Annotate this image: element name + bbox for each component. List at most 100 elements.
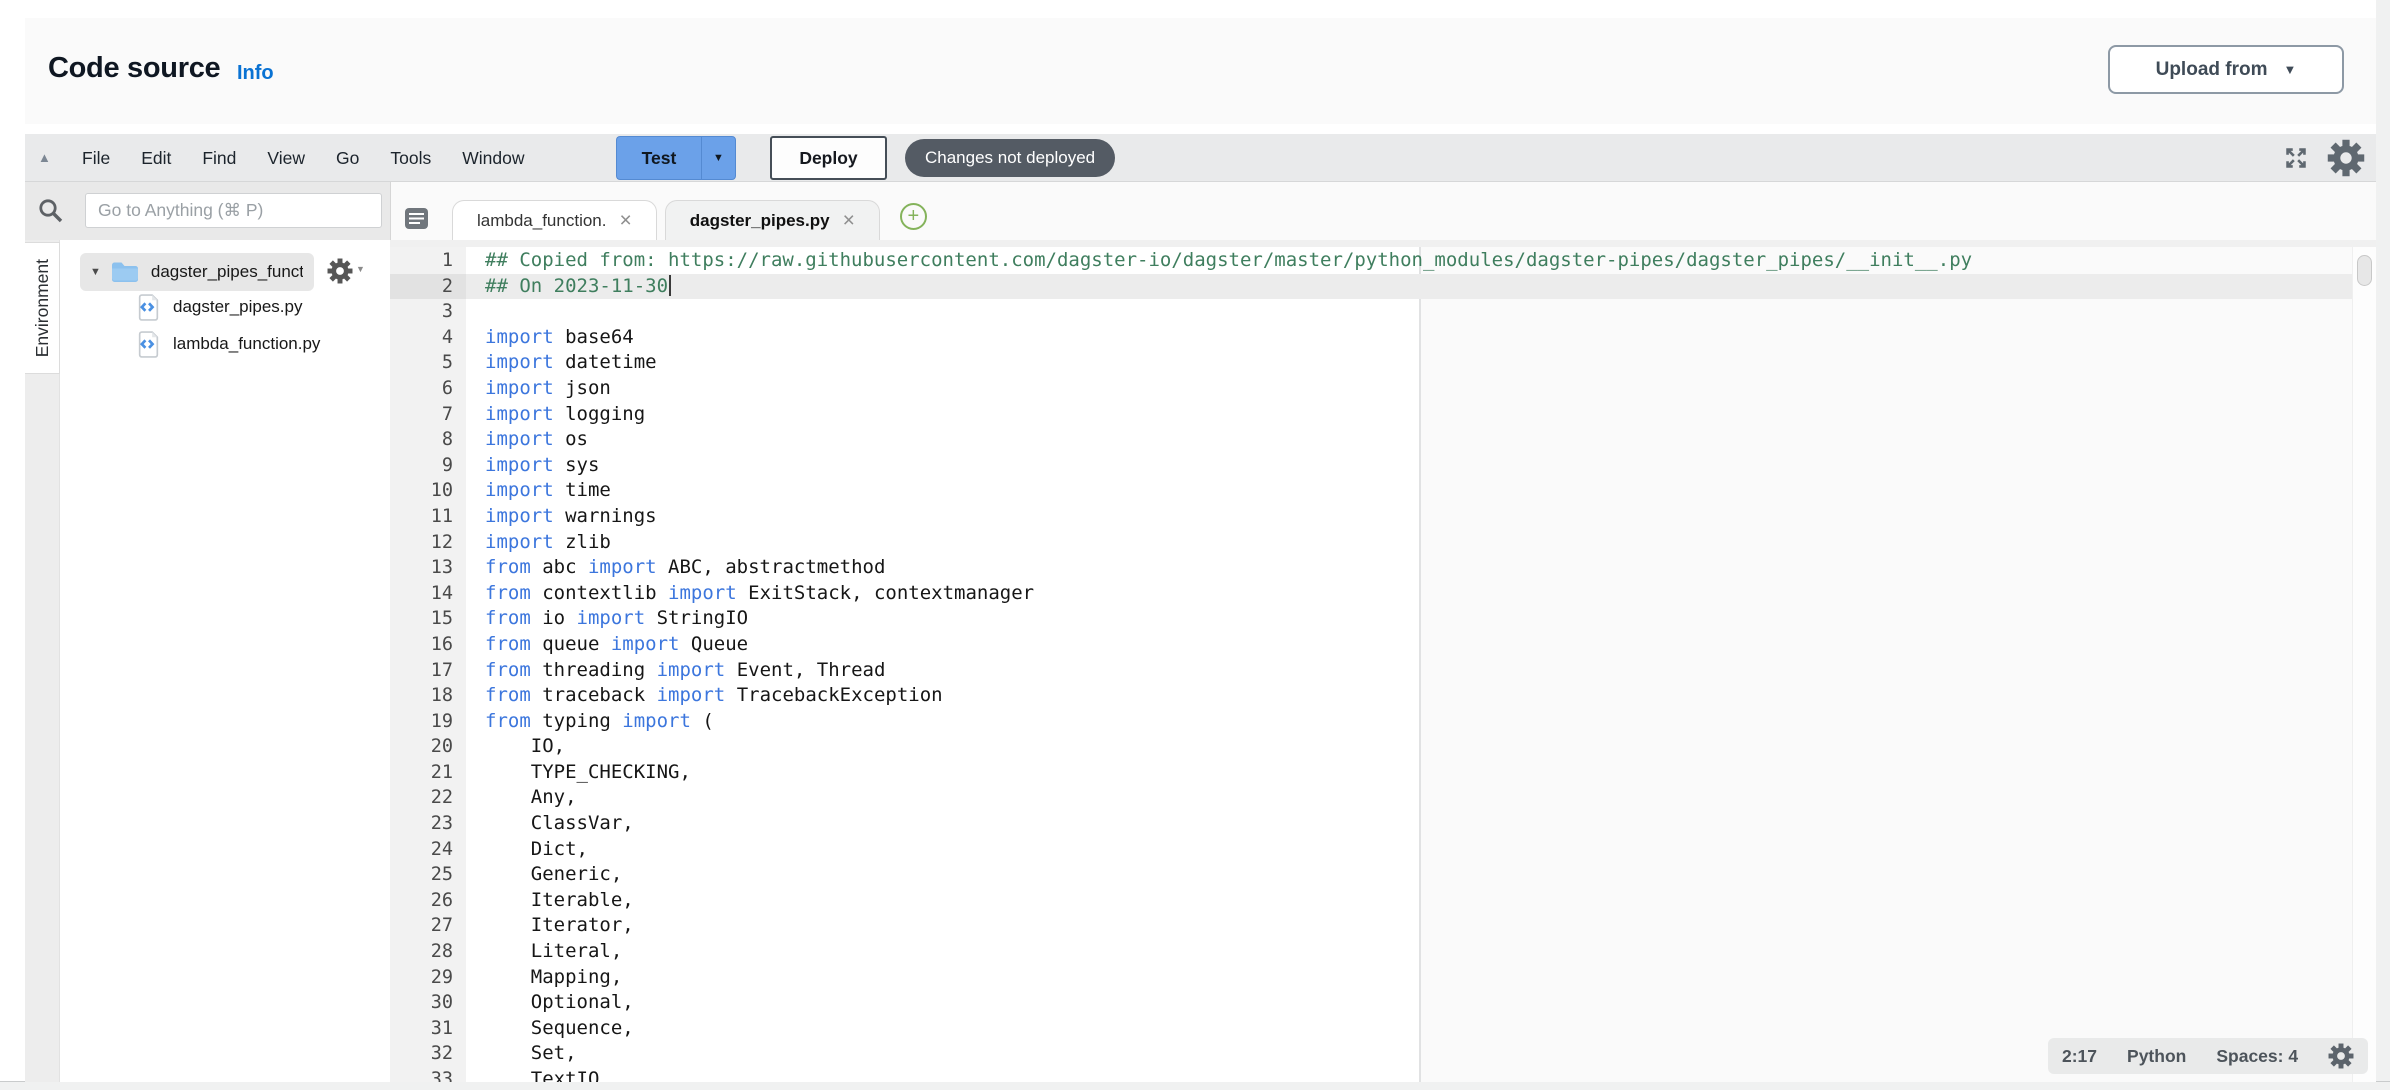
code-line: Mapping, <box>485 965 1972 991</box>
line-number: 2 <box>390 274 466 300</box>
left-rail: Environment <box>25 240 60 1082</box>
line-number: 19 <box>390 709 466 735</box>
tab-label: lambda_function. <box>477 211 606 231</box>
code-line: ## Copied from: https://raw.githubuserco… <box>485 248 1972 274</box>
code-file-icon <box>138 331 159 358</box>
code-line: import time <box>485 478 1972 504</box>
code-line: from traceback import TracebackException <box>485 683 1972 709</box>
code-line: import warnings <box>485 504 1972 530</box>
code-line: from queue import Queue <box>485 632 1972 658</box>
code-line: ClassVar, <box>485 811 1972 837</box>
code-line: Set, <box>485 1041 1972 1067</box>
line-number: 27 <box>390 913 466 939</box>
menu-item-go[interactable]: Go <box>336 148 359 169</box>
fullscreen-icon[interactable] <box>2283 145 2309 171</box>
line-number: 26 <box>390 888 466 914</box>
tab-close-icon[interactable]: × <box>619 210 631 231</box>
line-number: 10 <box>390 478 466 504</box>
tree-file-lambda_function-py[interactable]: lambda_function.py <box>138 329 320 359</box>
chevron-down-icon: ▼ <box>713 152 724 164</box>
scrollbar-thumb[interactable] <box>2357 255 2372 286</box>
gear-icon[interactable] <box>2327 139 2365 177</box>
vertical-scrollbar[interactable] <box>2352 247 2376 1082</box>
cursor-position[interactable]: 2:17 <box>2062 1046 2097 1067</box>
tree-gear-caret-icon[interactable]: ▼ <box>356 264 365 274</box>
code-editor[interactable]: 1234567891011121314151617181920212223242… <box>390 247 2376 1082</box>
menu-item-view[interactable]: View <box>267 148 305 169</box>
code-line: from abc import ABC, abstractmethod <box>485 555 1972 581</box>
line-number: 30 <box>390 990 466 1016</box>
upload-from-label: Upload from <box>2156 59 2268 81</box>
collapse-panel-icon[interactable]: ▲ <box>38 134 51 182</box>
code-line: Generic, <box>485 862 1972 888</box>
menu-item-find[interactable]: Find <box>202 148 236 169</box>
code-line: TextIO <box>485 1067 1972 1082</box>
code-content[interactable]: ## Copied from: https://raw.githubuserco… <box>466 248 1972 1082</box>
line-number: 5 <box>390 350 466 376</box>
line-number: 22 <box>390 785 466 811</box>
line-number: 16 <box>390 632 466 658</box>
line-number: 25 <box>390 862 466 888</box>
settings-gear-icon[interactable] <box>2328 1043 2354 1069</box>
code-line: import datetime <box>485 350 1972 376</box>
code-line: Any, <box>485 785 1972 811</box>
page-title: Code source <box>48 52 220 85</box>
ide-menubar: ▲ File Edit Find View Go Tools Window Test ▼ D… <box>25 134 2376 182</box>
page-background-bottom <box>0 1081 2390 1090</box>
code-line: import os <box>485 427 1972 453</box>
line-number: 6 <box>390 376 466 402</box>
editor-tabstrip: lambda_function.×dagster_pipes.py×+ <box>390 182 2376 240</box>
line-number: 4 <box>390 325 466 351</box>
line-number: 17 <box>390 658 466 684</box>
code-line: from threading import Event, Thread <box>485 658 1972 684</box>
line-number: 29 <box>390 965 466 991</box>
code-line: Dict, <box>485 837 1972 863</box>
line-number: 13 <box>390 555 466 581</box>
environment-tab[interactable]: Environment <box>25 242 60 374</box>
tree-gear-icon[interactable] <box>327 258 353 284</box>
line-number: 9 <box>390 453 466 479</box>
line-number: 28 <box>390 939 466 965</box>
test-button[interactable]: Test <box>616 136 701 180</box>
tree-file-dagster_pipes-py[interactable]: dagster_pipes.py <box>138 292 302 322</box>
search-icon <box>36 196 66 226</box>
status-badge: Changes not deployed <box>905 139 1115 177</box>
menu-item-file[interactable]: File <box>82 148 110 169</box>
line-number: 24 <box>390 837 466 863</box>
tab-list-icon[interactable] <box>405 208 428 229</box>
editor-statusbar: 2:17 Python Spaces: 4 <box>2048 1038 2368 1074</box>
card-header: Code source Info Upload from ▼ <box>25 18 2376 124</box>
editor-tab-lambda_function-[interactable]: lambda_function. × <box>452 200 657 240</box>
code-line: TYPE_CHECKING, <box>485 760 1972 786</box>
tab-close-icon[interactable]: × <box>843 210 855 231</box>
line-numbers: 1234567891011121314151617181920212223242… <box>390 248 466 1082</box>
info-link[interactable]: Info <box>237 62 274 85</box>
menu-item-tools[interactable]: Tools <box>390 148 431 169</box>
chevron-down-icon: ▼ <box>2284 62 2297 77</box>
code-line <box>485 299 1972 325</box>
line-number: 21 <box>390 760 466 786</box>
test-dropdown-button[interactable]: ▼ <box>701 136 736 180</box>
indent-setting[interactable]: Spaces: 4 <box>2216 1046 2298 1067</box>
code-line: Literal, <box>485 939 1972 965</box>
code-line: from io import StringIO <box>485 606 1972 632</box>
menu-item-edit[interactable]: Edit <box>141 148 171 169</box>
line-number: 33 <box>390 1067 466 1082</box>
goto-anything-input[interactable] <box>85 193 382 228</box>
folder-icon <box>110 260 140 284</box>
line-number: 15 <box>390 606 466 632</box>
code-line: import sys <box>485 453 1972 479</box>
line-number: 1 <box>390 248 466 274</box>
text-cursor <box>669 275 671 296</box>
language-mode[interactable]: Python <box>2127 1046 2186 1067</box>
upload-from-button[interactable]: Upload from ▼ <box>2108 45 2344 94</box>
deploy-button[interactable]: Deploy <box>770 136 887 180</box>
menu-item-window[interactable]: Window <box>462 148 524 169</box>
new-tab-button[interactable]: + <box>900 203 927 230</box>
folder-expand-icon[interactable]: ▼ <box>90 266 101 278</box>
editor-tab-dagster_pipes-py[interactable]: dagster_pipes.py× <box>665 200 880 240</box>
line-number: 31 <box>390 1016 466 1042</box>
tree-folder-row[interactable]: ▼ dagster_pipes_funct <box>80 253 314 291</box>
code-line: from typing import ( <box>485 709 1972 735</box>
file-tree: ▼ dagster_pipes_funct ▼ dagster_pipes.py… <box>60 240 390 1082</box>
